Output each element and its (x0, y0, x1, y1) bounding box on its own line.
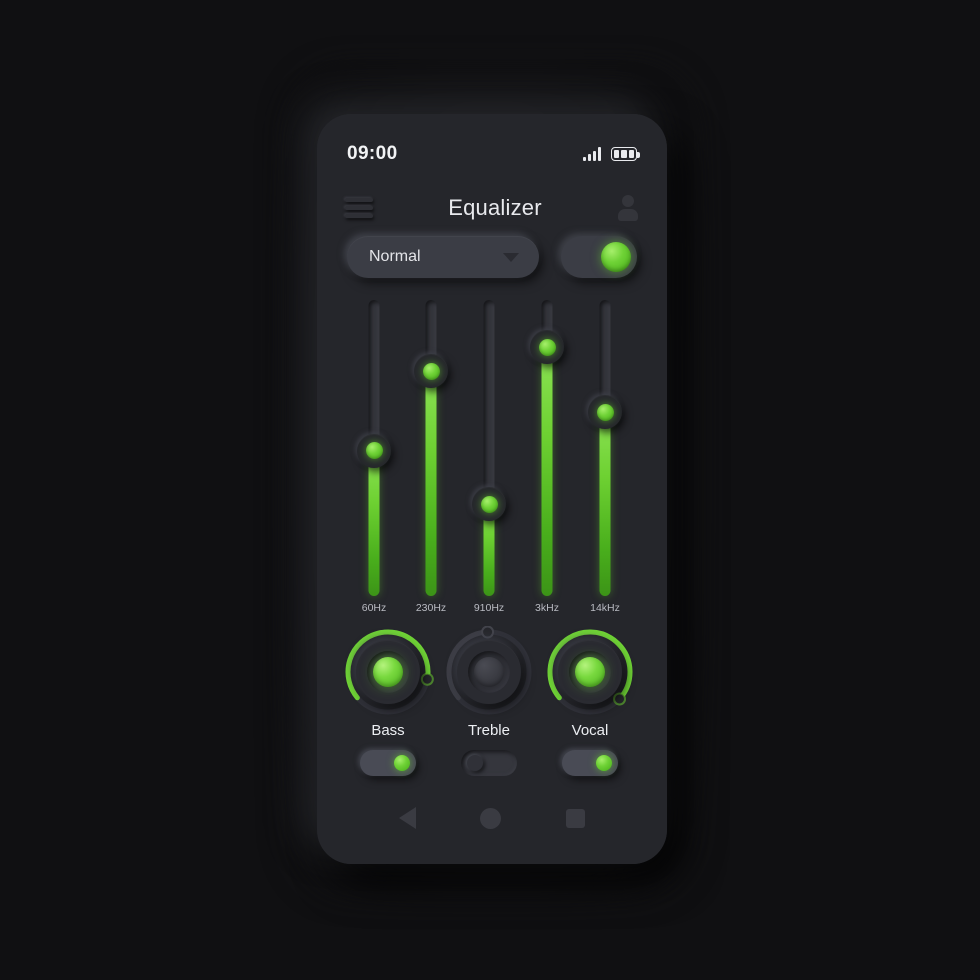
app-bar: Equalizer (317, 186, 667, 230)
preset-dropdown[interactable]: Normal (347, 236, 539, 278)
tone-toggle[interactable] (562, 750, 618, 776)
user-avatar-icon[interactable] (617, 195, 639, 221)
toggle-knob (596, 755, 612, 771)
slider-fill (599, 412, 611, 596)
eq-band-label: 910Hz (473, 602, 505, 614)
phone-device-frame: 09:00 Equalizer Normal 60Hz 230Hz 910Hz … (317, 114, 667, 864)
slider-thumb-core (596, 403, 614, 421)
status-clock: 09:00 (347, 143, 398, 164)
tone-knob-label: Bass (371, 722, 405, 739)
tone-toggles (317, 750, 667, 780)
slider-fill (541, 347, 553, 596)
knob-core (474, 657, 504, 687)
knob-inner-ring (367, 651, 409, 693)
knob-face[interactable] (356, 640, 420, 704)
equalizer-band-sliders: 60Hz 230Hz 910Hz 3kHz 14kHz (317, 296, 667, 614)
tone-toggle[interactable] (461, 750, 517, 776)
android-nav-bar (317, 798, 667, 838)
tone-knob[interactable]: Vocal (544, 626, 636, 739)
slider-thumb[interactable] (472, 487, 506, 522)
signal-bars-icon (583, 147, 601, 161)
knob-core (373, 657, 403, 687)
toggle-knob (601, 242, 631, 272)
knob-face[interactable] (558, 640, 622, 704)
slider-thumb-core (538, 338, 556, 356)
equalizer-power-toggle[interactable] (561, 236, 637, 278)
slider-thumb[interactable] (588, 395, 622, 430)
hamburger-menu-icon[interactable] (345, 198, 373, 218)
toggle-knob (467, 755, 483, 771)
tone-knobs: Bass Treble Vocal (317, 626, 667, 739)
tone-toggle[interactable] (360, 750, 416, 776)
tone-knob[interactable]: Treble (443, 626, 535, 739)
preset-selected-value: Normal (369, 248, 421, 265)
eq-band-label: 60Hz (361, 602, 387, 614)
phone-screen: 09:00 Equalizer Normal 60Hz 230Hz 910Hz … (317, 114, 667, 864)
status-indicators (583, 147, 640, 161)
slider-fill (368, 450, 380, 596)
slider-thumb-core (422, 362, 440, 380)
eq-band-label: 230Hz (415, 602, 447, 614)
slider-thumb[interactable] (530, 330, 564, 365)
recents-square-icon[interactable] (565, 808, 585, 828)
back-triangle-icon[interactable] (399, 807, 417, 829)
eq-band-label: 14kHz (590, 602, 620, 614)
knob-inner-ring (569, 651, 611, 693)
home-circle-icon[interactable] (480, 807, 502, 829)
tone-knob-label: Vocal (571, 722, 609, 739)
tone-knob[interactable]: Bass (342, 626, 434, 739)
knob-face[interactable] (457, 640, 521, 704)
slider-fill (425, 371, 437, 596)
chevron-down-icon (503, 252, 519, 262)
toggle-knob (394, 755, 410, 771)
tone-knob-label: Treble (468, 722, 510, 739)
slider-thumb[interactable] (357, 433, 391, 468)
page-title: Equalizer (448, 195, 542, 220)
knob-inner-ring (468, 651, 510, 693)
slider-thumb-core (480, 495, 498, 513)
battery-icon (611, 147, 640, 161)
slider-thumb[interactable] (414, 354, 448, 389)
preset-row: Normal (347, 236, 637, 278)
status-bar: 09:00 (317, 140, 667, 168)
slider-thumb-core (365, 442, 383, 460)
knob-core (575, 657, 605, 687)
eq-band-label: 3kHz (535, 602, 559, 614)
screenshot-canvas: 09:00 Equalizer Normal 60Hz 230Hz 910Hz … (0, 0, 980, 980)
